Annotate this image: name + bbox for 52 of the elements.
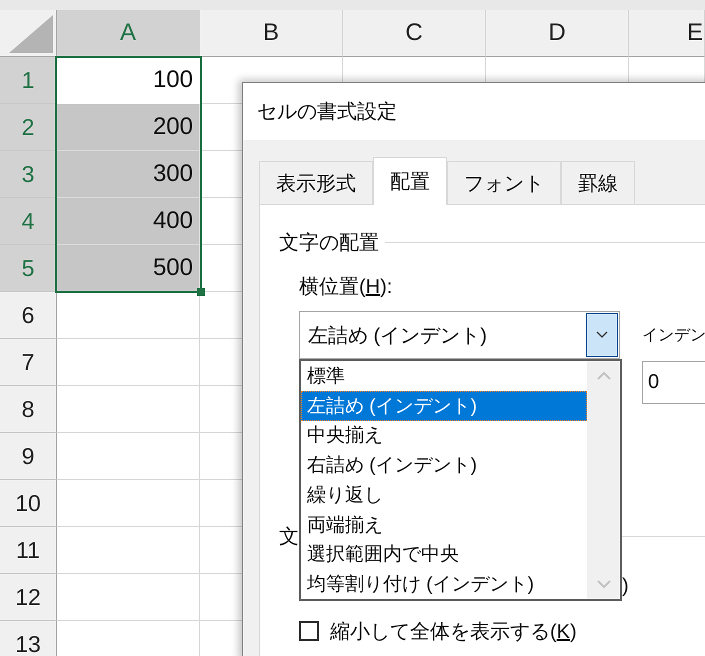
fill-handle[interactable] — [197, 288, 205, 296]
indent-field[interactable]: 0 — [642, 361, 705, 404]
tab[interactable]: 罫線 — [561, 161, 635, 204]
row-header[interactable]: 3 — [0, 151, 57, 198]
column-header[interactable]: E — [629, 10, 705, 57]
dropdown-option[interactable]: 標準 — [301, 361, 587, 391]
checkbox[interactable] — [299, 621, 319, 641]
dropdown-option[interactable]: 右詰め (インデント) — [301, 450, 587, 480]
scroll-up-icon[interactable] — [596, 371, 610, 380]
table-cell: 400 — [57, 198, 200, 245]
row-header[interactable]: 4 — [0, 198, 57, 245]
tab[interactable]: 配置 — [373, 157, 447, 205]
row-header[interactable]: 1 — [0, 57, 57, 104]
row-header[interactable]: 10 — [0, 480, 57, 527]
column-header[interactable]: D — [486, 10, 629, 57]
row-header[interactable]: 9 — [0, 433, 57, 480]
scroll-down-icon[interactable] — [596, 580, 610, 589]
dropdown-option[interactable]: 繰り返し — [301, 480, 587, 510]
row-header[interactable]: 12 — [0, 574, 57, 621]
table-cell: 300 — [57, 151, 200, 198]
chevron-down-icon — [596, 331, 608, 339]
dropdown-option[interactable]: 均等割り付け (インデント) — [301, 569, 587, 599]
row-header[interactable]: 5 — [0, 245, 57, 292]
dialog-title: セルの書式設定 — [257, 100, 397, 125]
option-label: ) — [622, 574, 629, 599]
column-header[interactable]: C — [343, 10, 486, 57]
horizontal-dropdown[interactable]: 左詰め (インデント) — [299, 311, 620, 359]
dropdown-option[interactable]: 中央揃え — [301, 420, 587, 450]
dropdown-option[interactable]: 選択範囲内で中央 — [301, 540, 587, 570]
table-cell: 500 — [57, 245, 200, 292]
row-header[interactable]: 13 — [0, 621, 57, 656]
column-header[interactable]: A — [57, 10, 200, 57]
row-header[interactable]: 11 — [0, 527, 57, 574]
tab[interactable]: 表示形式 — [259, 161, 373, 204]
tab[interactable]: フォント — [447, 161, 561, 204]
dropdown-option[interactable]: 左詰め (インデント) — [301, 390, 587, 420]
scrollbar[interactable] — [587, 361, 620, 599]
field-label: 横位置(H): — [299, 275, 392, 300]
row-header[interactable]: 8 — [0, 386, 57, 433]
row-header[interactable]: 2 — [0, 104, 57, 151]
row-header[interactable]: 7 — [0, 339, 57, 386]
group-label: 文 — [279, 524, 299, 550]
checkbox-label[interactable]: 縮小して全体を表示する(K) — [330, 618, 577, 644]
dropdown-button[interactable] — [586, 313, 618, 357]
row-header[interactable]: 6 — [0, 292, 57, 339]
column-header[interactable]: B — [200, 10, 343, 57]
table-cell: 200 — [57, 104, 200, 151]
triangle-icon — [9, 15, 53, 53]
group-label: 文字の配置 — [279, 230, 379, 256]
indent-label: インデン — [642, 326, 705, 346]
dropdown-option[interactable]: 両端揃え — [301, 510, 587, 540]
select-all-button[interactable] — [0, 10, 57, 57]
